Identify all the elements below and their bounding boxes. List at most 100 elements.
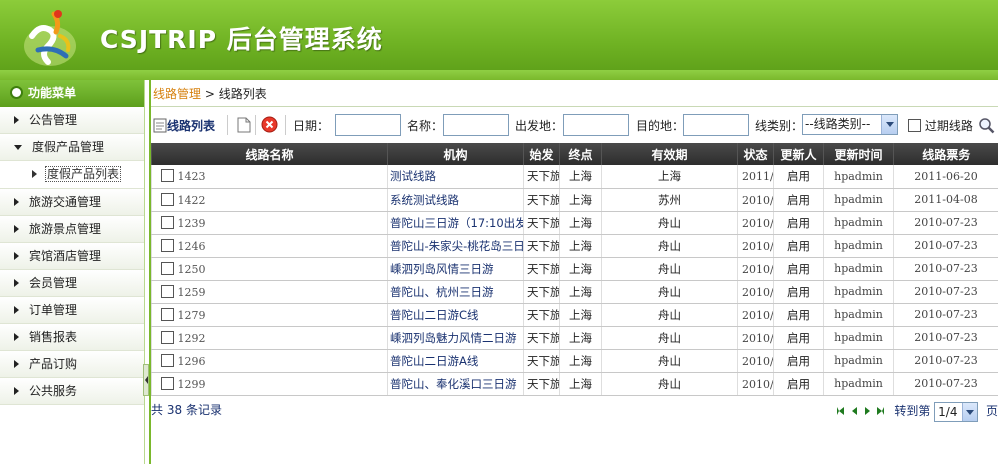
record-count-value: 38: [166, 403, 183, 417]
route-id: 1422: [177, 193, 206, 207]
prev-page-icon[interactable]: [851, 407, 857, 415]
table-row[interactable]: 1299 普陀山、奉化溪口三日游天下旅游集散中心上海舟山2010/07/01～20…: [151, 372, 998, 396]
route-updated: 2011-04-08: [893, 188, 998, 212]
sidebar-item-product-order[interactable]: 产品订购: [0, 351, 144, 378]
destination-input[interactable]: [683, 114, 749, 136]
route-name-link[interactable]: 测试线路: [387, 165, 524, 189]
column-header[interactable]: 始发: [523, 143, 560, 165]
table-row[interactable]: 1246 普陀山-朱家尖-桃花岛三日游天下旅游集散中心上海舟山2010/07/01…: [151, 234, 998, 258]
row-checkbox[interactable]: [161, 284, 174, 298]
route-name-link[interactable]: 普陀山二日游A线: [387, 349, 524, 373]
page-select[interactable]: 1/4: [934, 401, 979, 422]
sidebar-item-label: 订单管理: [29, 303, 78, 317]
category-select[interactable]: --线路类别--: [802, 114, 898, 135]
sidebar-item-vacation-products[interactable]: 度假产品管理: [0, 134, 144, 161]
sidebar-item-hotels[interactable]: 宾馆酒店管理: [0, 243, 144, 270]
row-select-cell[interactable]: 1259: [151, 280, 388, 304]
departure-input[interactable]: [563, 114, 629, 136]
expired-checkbox[interactable]: [908, 119, 921, 132]
column-header[interactable]: 有效期: [601, 143, 738, 165]
row-checkbox[interactable]: [161, 376, 174, 390]
column-header[interactable]: 线路名称: [151, 143, 388, 165]
table-row[interactable]: 1279 普陀山二日游C线天下旅游集散中心上海舟山2010/07/01～2020/…: [151, 303, 998, 327]
route-updater: hpadmin: [823, 234, 894, 258]
route-name-link[interactable]: 普陀山-朱家尖-桃花岛三日游: [387, 234, 524, 258]
row-select-cell[interactable]: 1296: [151, 349, 388, 373]
row-select-cell[interactable]: 1246: [151, 234, 388, 258]
table-row[interactable]: 1422 系统测试线路天下旅游集散中心上海苏州2010/07/01～2020/12…: [151, 188, 998, 212]
route-name-link[interactable]: 普陀山二日游C线: [387, 303, 524, 327]
sidebar-item-attractions[interactable]: 旅游景点管理: [0, 216, 144, 243]
last-page-icon[interactable]: [877, 407, 885, 415]
table-row[interactable]: 1259 普陀山、杭州三日游天下旅游集散中心上海舟山2010/07/01～2020…: [151, 280, 998, 304]
expired-label: 过期线路: [924, 119, 973, 133]
toolbar-divider: [227, 115, 228, 135]
row-select-cell[interactable]: 1239: [151, 211, 388, 235]
route-validity: 2010/07/01～2020/12/31: [737, 326, 774, 350]
chevron-down-icon: [881, 115, 897, 134]
route-name-link[interactable]: 系统测试线路: [387, 188, 524, 212]
row-checkbox[interactable]: [161, 353, 174, 367]
row-select-cell[interactable]: 1299: [151, 372, 388, 396]
row-checkbox[interactable]: [161, 330, 174, 344]
breadcrumb-parent-link[interactable]: 线路管理: [153, 87, 201, 101]
row-select-cell[interactable]: 1422: [151, 188, 388, 212]
sidebar-item-transport[interactable]: 旅游交通管理: [0, 189, 144, 216]
route-id: 1279: [177, 308, 206, 322]
delete-icon[interactable]: [261, 116, 278, 133]
route-status: 启用: [773, 303, 824, 327]
sidebar-collapse-handle[interactable]: [143, 364, 149, 396]
route-from: 上海: [559, 280, 602, 304]
date-input[interactable]: [335, 114, 401, 136]
table-row[interactable]: 1296 普陀山二日游A线天下旅游集散中心上海舟山2010/07/01～2020/…: [151, 349, 998, 373]
route-updated: 2011-06-20: [893, 165, 998, 189]
sidebar-item-sales-report[interactable]: 销售报表: [0, 324, 144, 351]
row-select-cell[interactable]: 1423: [151, 165, 388, 189]
column-header[interactable]: 线路票务: [893, 143, 998, 165]
sidebar-item-announcements[interactable]: 公告管理: [0, 107, 144, 134]
table-row[interactable]: 1292 嵊泗列岛魅力风情二日游天下旅游集散中心上海舟山2010/07/01～20…: [151, 326, 998, 350]
column-header[interactable]: 状态: [737, 143, 774, 165]
row-select-cell[interactable]: 1279: [151, 303, 388, 327]
route-status: 启用: [773, 188, 824, 212]
route-name-link[interactable]: 普陀山、奉化溪口三日游: [387, 372, 524, 396]
row-checkbox[interactable]: [161, 238, 174, 252]
table-row[interactable]: 1250 嵊泗列岛风情三日游天下旅游集散中心上海舟山2010/07/01～2020…: [151, 257, 998, 281]
list-icon: [153, 118, 167, 133]
route-name-link[interactable]: 普陀山三日游（17:10出发）: [387, 211, 524, 235]
route-name-link[interactable]: 普陀山、杭州三日游: [387, 280, 524, 304]
sidebar-item-public-services[interactable]: 公共服务: [0, 378, 144, 405]
breadcrumb-current: 线路列表: [218, 87, 267, 101]
first-page-icon[interactable]: [837, 407, 844, 415]
next-page-icon[interactable]: [864, 407, 870, 415]
sidebar-item-orders[interactable]: 订单管理: [0, 297, 144, 324]
row-select-cell[interactable]: 1250: [151, 257, 388, 281]
search-icon[interactable]: [978, 117, 995, 134]
route-name-link[interactable]: 嵊泗列岛风情三日游: [387, 257, 524, 281]
route-from: 上海: [559, 326, 602, 350]
row-checkbox[interactable]: [161, 192, 174, 206]
column-header[interactable]: 更新人: [773, 143, 824, 165]
expired-toggle[interactable]: 过期线路: [908, 116, 973, 136]
column-header[interactable]: 终点: [559, 143, 602, 165]
row-select-cell[interactable]: 1292: [151, 326, 388, 350]
row-checkbox[interactable]: [161, 307, 174, 321]
name-input[interactable]: [443, 114, 509, 136]
route-updated: 2010-07-23: [893, 211, 998, 235]
column-header[interactable]: 更新时间: [823, 143, 894, 165]
chevron-right-icon: [14, 333, 19, 341]
table-row[interactable]: 1239 普陀山三日游（17:10出发）天下旅游集散中心上海舟山2010/07/0…: [151, 211, 998, 235]
sidebar-item-members[interactable]: 会员管理: [0, 270, 144, 297]
table-row[interactable]: 1423测试线路天下旅游集散中心上海上海2011/06/20～2013/06/0…: [151, 165, 998, 189]
route-to: 舟山: [601, 234, 738, 258]
route-status: 启用: [773, 211, 824, 235]
row-checkbox[interactable]: [161, 215, 174, 229]
column-header[interactable]: 机构: [387, 143, 524, 165]
route-name-link[interactable]: 嵊泗列岛魅力风情二日游: [387, 326, 524, 350]
chevron-right-icon: [14, 279, 19, 287]
chevron-right-icon: [14, 116, 19, 124]
sidebar-subitem-vacation-product-list[interactable]: 度假产品列表: [0, 161, 144, 189]
row-checkbox[interactable]: [161, 169, 174, 183]
new-doc-icon[interactable]: [237, 117, 251, 133]
row-checkbox[interactable]: [161, 261, 174, 275]
